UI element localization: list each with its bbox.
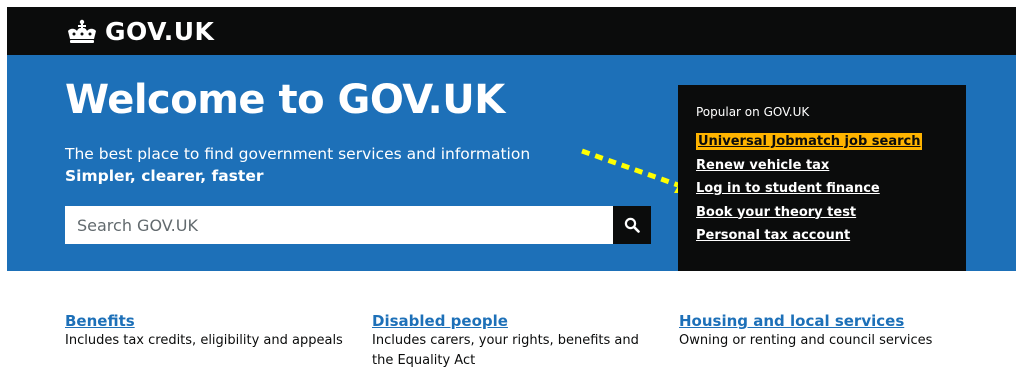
topic-housing: Housing and local services Owning or ren… — [679, 311, 969, 351]
topic-link-disabled-people[interactable]: Disabled people — [372, 311, 662, 331]
topic-link-housing[interactable]: Housing and local services — [679, 311, 969, 331]
screenshot-border-left — [0, 0, 7, 360]
popular-links-list: Universal Jobmatch job search Renew vehi… — [696, 130, 923, 248]
search-icon — [624, 217, 640, 233]
topic-disabled-people: Disabled people Includes carers, your ri… — [372, 311, 662, 371]
hero-banner: Welcome to GOV.UK The best place to find… — [7, 55, 1016, 271]
topic-link-benefits[interactable]: Benefits — [65, 311, 355, 331]
site-header: GOV.UK — [7, 7, 1016, 55]
hero-description: The best place to find government servic… — [65, 145, 531, 163]
popular-heading: Popular on GOV.UK — [696, 105, 810, 119]
search-button[interactable] — [613, 206, 651, 244]
topic-description: Includes carers, your rights, benefits a… — [372, 333, 639, 368]
page-title: Welcome to GOV.UK — [65, 77, 505, 123]
list-item: Log in to student finance — [696, 177, 922, 201]
topic-description: Includes tax credits, eligibility and ap… — [65, 333, 343, 348]
popular-links-panel: Popular on GOV.UK Universal Jobmatch job… — [678, 85, 966, 271]
topics-section: Benefits Includes tax credits, eligibili… — [7, 271, 1016, 368]
logo-text: GOV.UK — [105, 17, 215, 46]
topic-benefits: Benefits Includes tax credits, eligibili… — [65, 311, 355, 351]
search-form — [65, 206, 651, 244]
screenshot-border-top — [0, 0, 1016, 7]
popular-link-personal-tax-account[interactable]: Personal tax account — [696, 228, 850, 243]
hero-tagline: Simpler, clearer, faster — [65, 167, 264, 185]
popular-link-renew-vehicle-tax[interactable]: Renew vehicle tax — [696, 158, 829, 173]
popular-link-student-finance[interactable]: Log in to student finance — [696, 181, 880, 196]
popular-link-universal-jobmatch[interactable]: Universal Jobmatch job search — [696, 133, 923, 150]
list-item: Book your theory test — [696, 201, 922, 225]
list-item: Personal tax account — [696, 224, 922, 248]
list-item: Universal Jobmatch job search — [696, 130, 923, 154]
search-input[interactable] — [65, 206, 613, 244]
crown-icon — [68, 19, 96, 43]
list-item: Renew vehicle tax — [696, 154, 922, 178]
topic-description: Owning or renting and council services — [679, 333, 933, 348]
popular-link-theory-test[interactable]: Book your theory test — [696, 205, 856, 220]
govuk-logo-link[interactable]: GOV.UK — [65, 17, 214, 46]
